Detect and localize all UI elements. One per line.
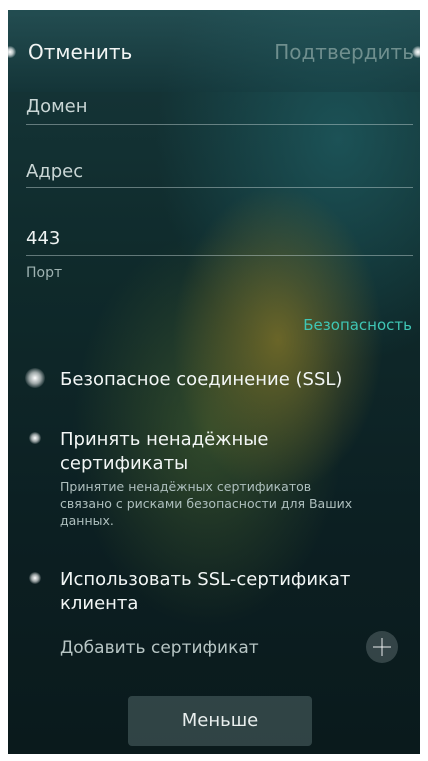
port-field[interactable]: 443	[26, 228, 413, 256]
accept-untrusted-toggle[interactable]	[29, 432, 41, 444]
plus-icon[interactable]	[366, 631, 398, 663]
ssl-option-label: Безопасное соединение (SSL)	[60, 369, 343, 390]
glow-icon	[8, 46, 16, 58]
client-cert-toggle[interactable]	[29, 572, 41, 584]
client-cert-option[interactable]: Использовать SSL-сертификат клиента	[60, 568, 380, 616]
domain-input[interactable]: Домен	[26, 96, 88, 117]
ssl-option[interactable]: Безопасное соединение (SSL)	[60, 368, 380, 392]
ssl-toggle[interactable]	[25, 368, 45, 388]
top-bar: Отменить Подтвердить	[8, 10, 420, 92]
accept-untrusted-description: Принятие ненадёжных сертификатов связано…	[60, 479, 353, 528]
accept-untrusted-option[interactable]: Принять ненадёжные сертификаты Принятие …	[60, 428, 360, 529]
domain-field[interactable]: Домен	[26, 96, 413, 125]
port-label: Порт	[26, 265, 63, 281]
glow-icon	[412, 46, 420, 58]
port-input[interactable]: 443	[26, 228, 60, 249]
confirm-button[interactable]: Подтвердить	[274, 40, 414, 64]
address-field[interactable]: Адрес	[26, 161, 413, 188]
add-certificate-label[interactable]: Добавить сертификат	[60, 638, 259, 658]
cancel-button[interactable]: Отменить	[28, 40, 132, 64]
security-section-link[interactable]: Безопасность	[303, 316, 412, 334]
less-button[interactable]: Меньше	[128, 696, 312, 746]
address-input[interactable]: Адрес	[26, 161, 83, 182]
settings-screen: Отменить Подтвердить Домен Адрес 443 Пор…	[8, 10, 420, 754]
client-cert-label: Использовать SSL-сертификат клиента	[60, 569, 351, 614]
accept-untrusted-label: Принять ненадёжные сертификаты	[60, 429, 269, 474]
